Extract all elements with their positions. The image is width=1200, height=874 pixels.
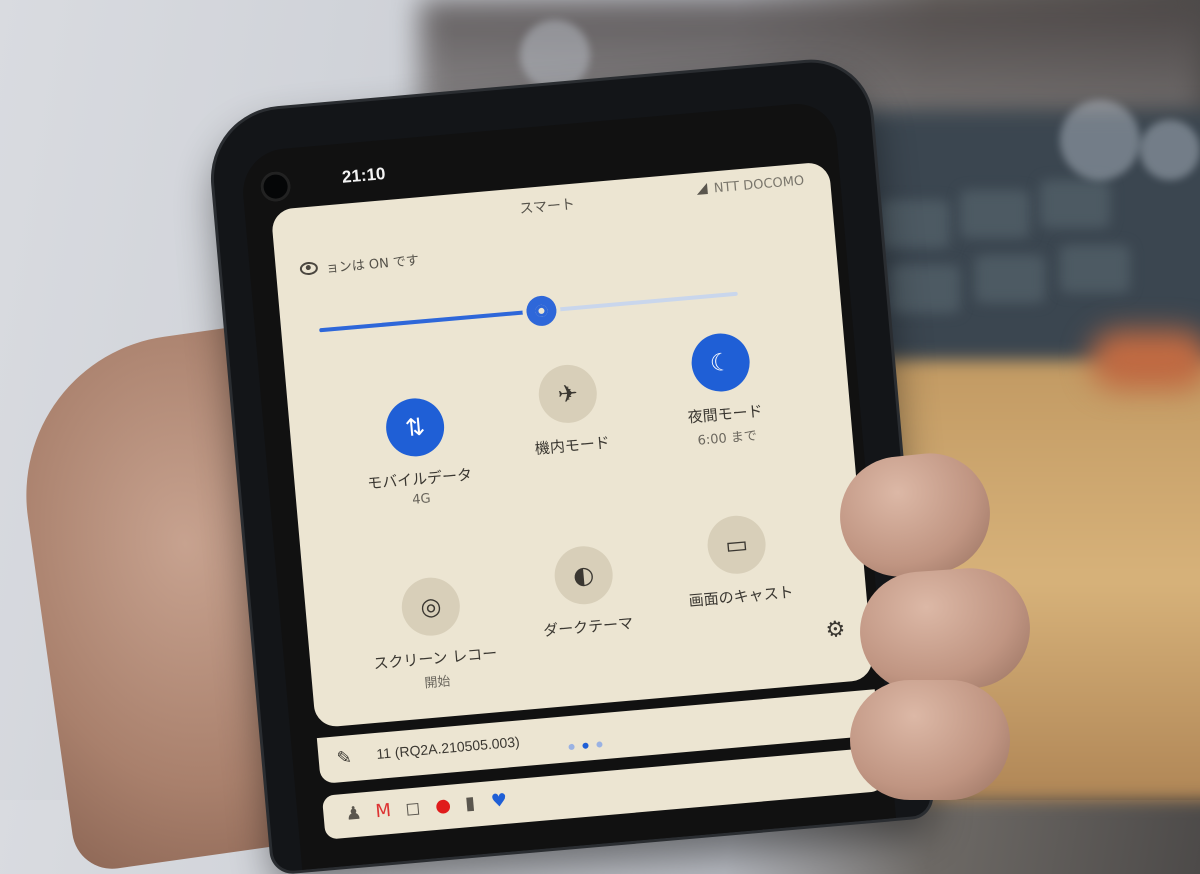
cast-icon: ▭ xyxy=(705,513,769,577)
screen-record-icon: ◎ xyxy=(399,575,463,639)
heart-icon: ♥ xyxy=(490,789,509,813)
gear-icon[interactable]: ⚙ xyxy=(825,617,847,644)
bokeh-light xyxy=(520,20,590,90)
keyboard-key xyxy=(880,200,950,248)
page-dot xyxy=(568,743,575,751)
page-dot-active xyxy=(582,742,589,749)
dark-theme-icon: ◐ xyxy=(552,543,616,607)
tile-label: ダークテーマ xyxy=(542,614,634,640)
gmail-icon: M xyxy=(374,799,392,823)
keyboard-key xyxy=(1040,180,1110,228)
phone: 21:10 スマート NTT DOCOMO ョンは ON です ⇅ モバイルデー… xyxy=(208,57,932,873)
tile-screen-record[interactable]: ◎ スクリーン レコー 開始 xyxy=(344,570,523,697)
bokeh-light xyxy=(1060,100,1140,180)
record-icon: ● xyxy=(434,794,452,818)
brightness-icon[interactable] xyxy=(524,294,558,328)
quick-settings-panel: スマート NTT DOCOMO ョンは ON です ⇅ モバイルデータ 4G ✈… xyxy=(270,161,874,729)
eye-icon xyxy=(299,261,319,276)
tile-night-mode[interactable]: ☾ 夜間モード 6:00 まで xyxy=(633,326,812,453)
signal-icon xyxy=(696,182,709,195)
keyboard-key xyxy=(960,190,1030,238)
keyboard-key xyxy=(890,265,960,313)
phone-screen: 21:10 スマート NTT DOCOMO ョンは ON です ⇅ モバイルデー… xyxy=(239,100,897,870)
brightness-slider-fill xyxy=(319,308,542,333)
tile-label: 機内モード xyxy=(534,433,611,458)
status-time: 21:10 xyxy=(341,164,387,187)
app-notification-icon: ♟ xyxy=(344,802,363,825)
moon-icon: ☾ xyxy=(689,331,753,394)
carrier-label: NTT DOCOMO xyxy=(696,174,805,198)
pencil-icon[interactable]: ✎ xyxy=(336,747,353,769)
airplane-icon: ✈ xyxy=(536,362,600,426)
hand-finger xyxy=(850,680,1010,800)
brightness-slider[interactable] xyxy=(319,291,738,333)
tile-dark-theme[interactable]: ◐ ダークテーマ xyxy=(496,539,673,643)
build-number: 11 (RQ2A.210505.003) xyxy=(375,733,521,762)
mode-label: スマート xyxy=(518,196,576,218)
background-orange-blur xyxy=(1090,330,1200,390)
tile-mobile-data[interactable]: ⇅ モバイルデータ 4G xyxy=(328,391,507,514)
page-dot xyxy=(596,741,603,748)
notice-text[interactable]: ョンは ON です xyxy=(299,249,420,278)
keyboard-key xyxy=(975,255,1045,303)
quick-tiles: ⇅ モバイルデータ 4G ✈ 機内モード ☾ 夜間モード 6:00 まで ◎ ス… xyxy=(305,331,823,691)
instagram-icon: ◻ xyxy=(404,797,422,820)
front-camera xyxy=(259,170,292,203)
mobile-data-icon: ⇅ xyxy=(383,395,447,459)
keyboard-key xyxy=(1060,245,1130,293)
tile-airplane-mode[interactable]: ✈ 機内モード xyxy=(481,358,658,462)
tile-screen-cast[interactable]: ▭ 画面のキャスト xyxy=(649,508,826,612)
bokeh-light xyxy=(1140,120,1200,180)
battery-icon: ▮ xyxy=(464,792,476,815)
tile-label: 画面のキャスト xyxy=(688,583,795,611)
page-indicator xyxy=(568,732,611,755)
